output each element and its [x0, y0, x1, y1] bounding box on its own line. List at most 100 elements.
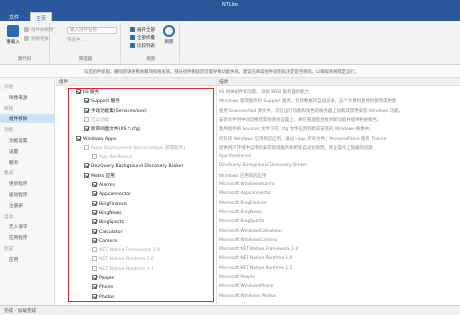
description-cell: IIS 相关组件和功能，添加 WEB 服务器的能力	[219, 90, 309, 95]
component-label: App Resilience	[99, 155, 133, 161]
component-checkbox[interactable]	[92, 247, 97, 253]
tree-row[interactable]: Calculator	[88, 228, 123, 238]
window-title: NTLite	[221, 2, 238, 8]
tree-row[interactable]: 可以功能	[80, 116, 110, 126]
description-cell: Microsoft.WindowsAlarms	[219, 182, 276, 187]
component-checkbox[interactable]	[92, 284, 97, 290]
related-button[interactable]: 依赖相关	[24, 36, 49, 42]
tree-row[interactable]: NET Native Framework 1.0	[88, 247, 160, 256]
component-checkbox[interactable]	[92, 265, 97, 271]
tree-row[interactable]: NET Native Runtime 1.1	[88, 265, 154, 275]
tree-row[interactable]: BingFinance	[88, 200, 127, 210]
tree-row[interactable]: App Resilience	[88, 154, 133, 163]
component-checkbox[interactable]	[84, 107, 89, 113]
component-label: Appconnector	[99, 192, 131, 198]
column-header-description[interactable]: 描述	[216, 78, 460, 86]
component-label: 可以功能	[91, 117, 110, 123]
component-checkbox[interactable]	[84, 163, 89, 169]
sidebar-group-label: 集成	[4, 171, 14, 177]
component-label: NET Native Runtime 1.1	[99, 266, 154, 272]
sidebar-item[interactable]: 映像来源	[0, 93, 55, 102]
component-checkbox[interactable]	[92, 154, 97, 160]
sidebar-group-label: 开始	[4, 85, 14, 90]
description-cell: 安装文件时中间切换到其他系统设置上，将在管理后台找到新功能并提供相关服务。	[219, 117, 382, 123]
sidebar-item[interactable]: 应用程序	[0, 233, 55, 242]
component-checkbox[interactable]	[92, 228, 97, 234]
sidebar-item[interactable]: 服务	[0, 158, 55, 167]
tree-row[interactable]: Appconnector	[88, 191, 131, 200]
compare-button[interactable]: 比较列表	[130, 43, 155, 49]
refresh-button[interactable]: 刷新	[160, 25, 178, 45]
tree-row[interactable]: - Metro 应用	[80, 172, 115, 182]
tree-row[interactable]: NET Native Runtime 1.0	[88, 256, 154, 265]
collapse-all-label: 全部折叠	[137, 36, 155, 41]
component-checkbox[interactable]	[84, 172, 89, 178]
sidebar-item[interactable]: 功能设置	[0, 136, 55, 145]
filter-input[interactable]: 输入组件名称	[67, 27, 117, 34]
component-checkbox[interactable]	[92, 200, 97, 206]
related-label: 依赖相关	[31, 37, 49, 42]
tree-row[interactable]: Photos	[88, 293, 115, 303]
description-cell: Windows 管理服务的 Support 服务，包括数据的自动记录，这个计算机…	[219, 99, 397, 105]
tree-row[interactable]: BingNews	[88, 209, 122, 219]
tree-row[interactable]: 手动功能集(Services/xxx)	[80, 107, 147, 117]
description-cell: Microsoft.WindowsPhone	[219, 284, 274, 290]
tree-row[interactable]: Alarms	[88, 182, 115, 191]
reload-button[interactable]: 重载入	[4, 25, 22, 45]
compare-label: 比较列表	[137, 44, 155, 49]
component-checkbox[interactable]	[92, 293, 97, 299]
tree-row[interactable]: 新审阅图文件(XS *.cfg)	[80, 126, 141, 135]
component-checkbox[interactable]	[92, 275, 97, 280]
reload-label: 重载入	[6, 40, 20, 45]
collapse-all-button[interactable]: 全部折叠	[130, 35, 155, 41]
reload-icon	[7, 25, 19, 37]
tree-row[interactable]: DevQuery Background Discovery Broker	[80, 163, 184, 172]
component-checkbox[interactable]	[92, 191, 97, 197]
component-label: Calculator	[99, 229, 123, 235]
sidebar-item[interactable]: 设置	[0, 147, 55, 156]
description-cell: Microsoft.Appconnector	[219, 191, 271, 197]
component-checkbox[interactable]	[76, 89, 81, 94]
sidebar-item[interactable]: 无人值守	[0, 222, 55, 231]
sidebar-item[interactable]: 组件移除	[0, 114, 55, 124]
component-checkbox[interactable]	[84, 98, 89, 104]
tree-row[interactable]: - IIS 服务	[72, 89, 99, 98]
description-cell: Microsoft.BingFinance	[219, 200, 267, 206]
component-checkbox[interactable]	[92, 237, 97, 243]
dependencies-button[interactable]: 组件依赖项	[24, 27, 54, 33]
component-checkbox[interactable]	[92, 219, 97, 225]
tree-row[interactable]: Phone	[88, 284, 113, 293]
component-checkbox[interactable]	[92, 182, 97, 187]
component-checkbox[interactable]	[84, 126, 89, 132]
column-header-description-label: 描述	[219, 80, 229, 85]
tree-row[interactable]: - Windows Apps	[72, 135, 116, 145]
component-checkbox[interactable]	[92, 209, 97, 215]
component-checkbox[interactable]	[76, 135, 81, 141]
tab-file[interactable]: 文件	[4, 12, 24, 21]
tree-row[interactable]: BingSports	[88, 219, 124, 228]
ribbon: 重载入 组件依赖项 依赖相关 源代码 输入组件名称 筛选中... 筛选器 展开全…	[0, 21, 460, 65]
component-checkbox[interactable]	[84, 144, 89, 150]
component-label: Phone	[99, 285, 114, 291]
sidebar-item[interactable]: 驱动程序	[0, 190, 55, 199]
tree-row[interactable]: People	[88, 275, 114, 284]
tab-home[interactable]: 主页	[30, 12, 53, 22]
tree-row[interactable]: Camera	[88, 237, 117, 247]
sidebar-item[interactable]: 应用	[0, 255, 55, 264]
sidebar-item[interactable]: 更新程序	[0, 179, 55, 188]
description-cell: Microsoft.NET.Native.Runtime.1.0	[219, 256, 293, 262]
column-header-component[interactable]: 组件	[56, 78, 216, 86]
component-tree: - IIS 服务 Support 服务 手动功能集(Services/xxx) 可以功能…	[56, 86, 216, 305]
component-label: BingFinance	[99, 201, 127, 207]
tree-row[interactable]: - Apps Deployment Service(Apps 部署服务)	[80, 144, 185, 154]
description-cell: App Resilience	[219, 154, 252, 160]
expand-all-button[interactable]: 展开全部	[130, 27, 155, 33]
component-label: 新审阅图文件(XS *.cfg)	[91, 127, 141, 133]
group-label-source: 源代码	[17, 57, 32, 62]
tree-row[interactable]: Support 服务	[80, 98, 120, 107]
component-checkbox[interactable]	[84, 116, 89, 122]
sidebar-item[interactable]: 注册表	[0, 201, 55, 210]
component-checkbox[interactable]	[92, 256, 97, 262]
dependencies-icon	[24, 27, 29, 32]
component-label: Photos	[99, 294, 115, 300]
